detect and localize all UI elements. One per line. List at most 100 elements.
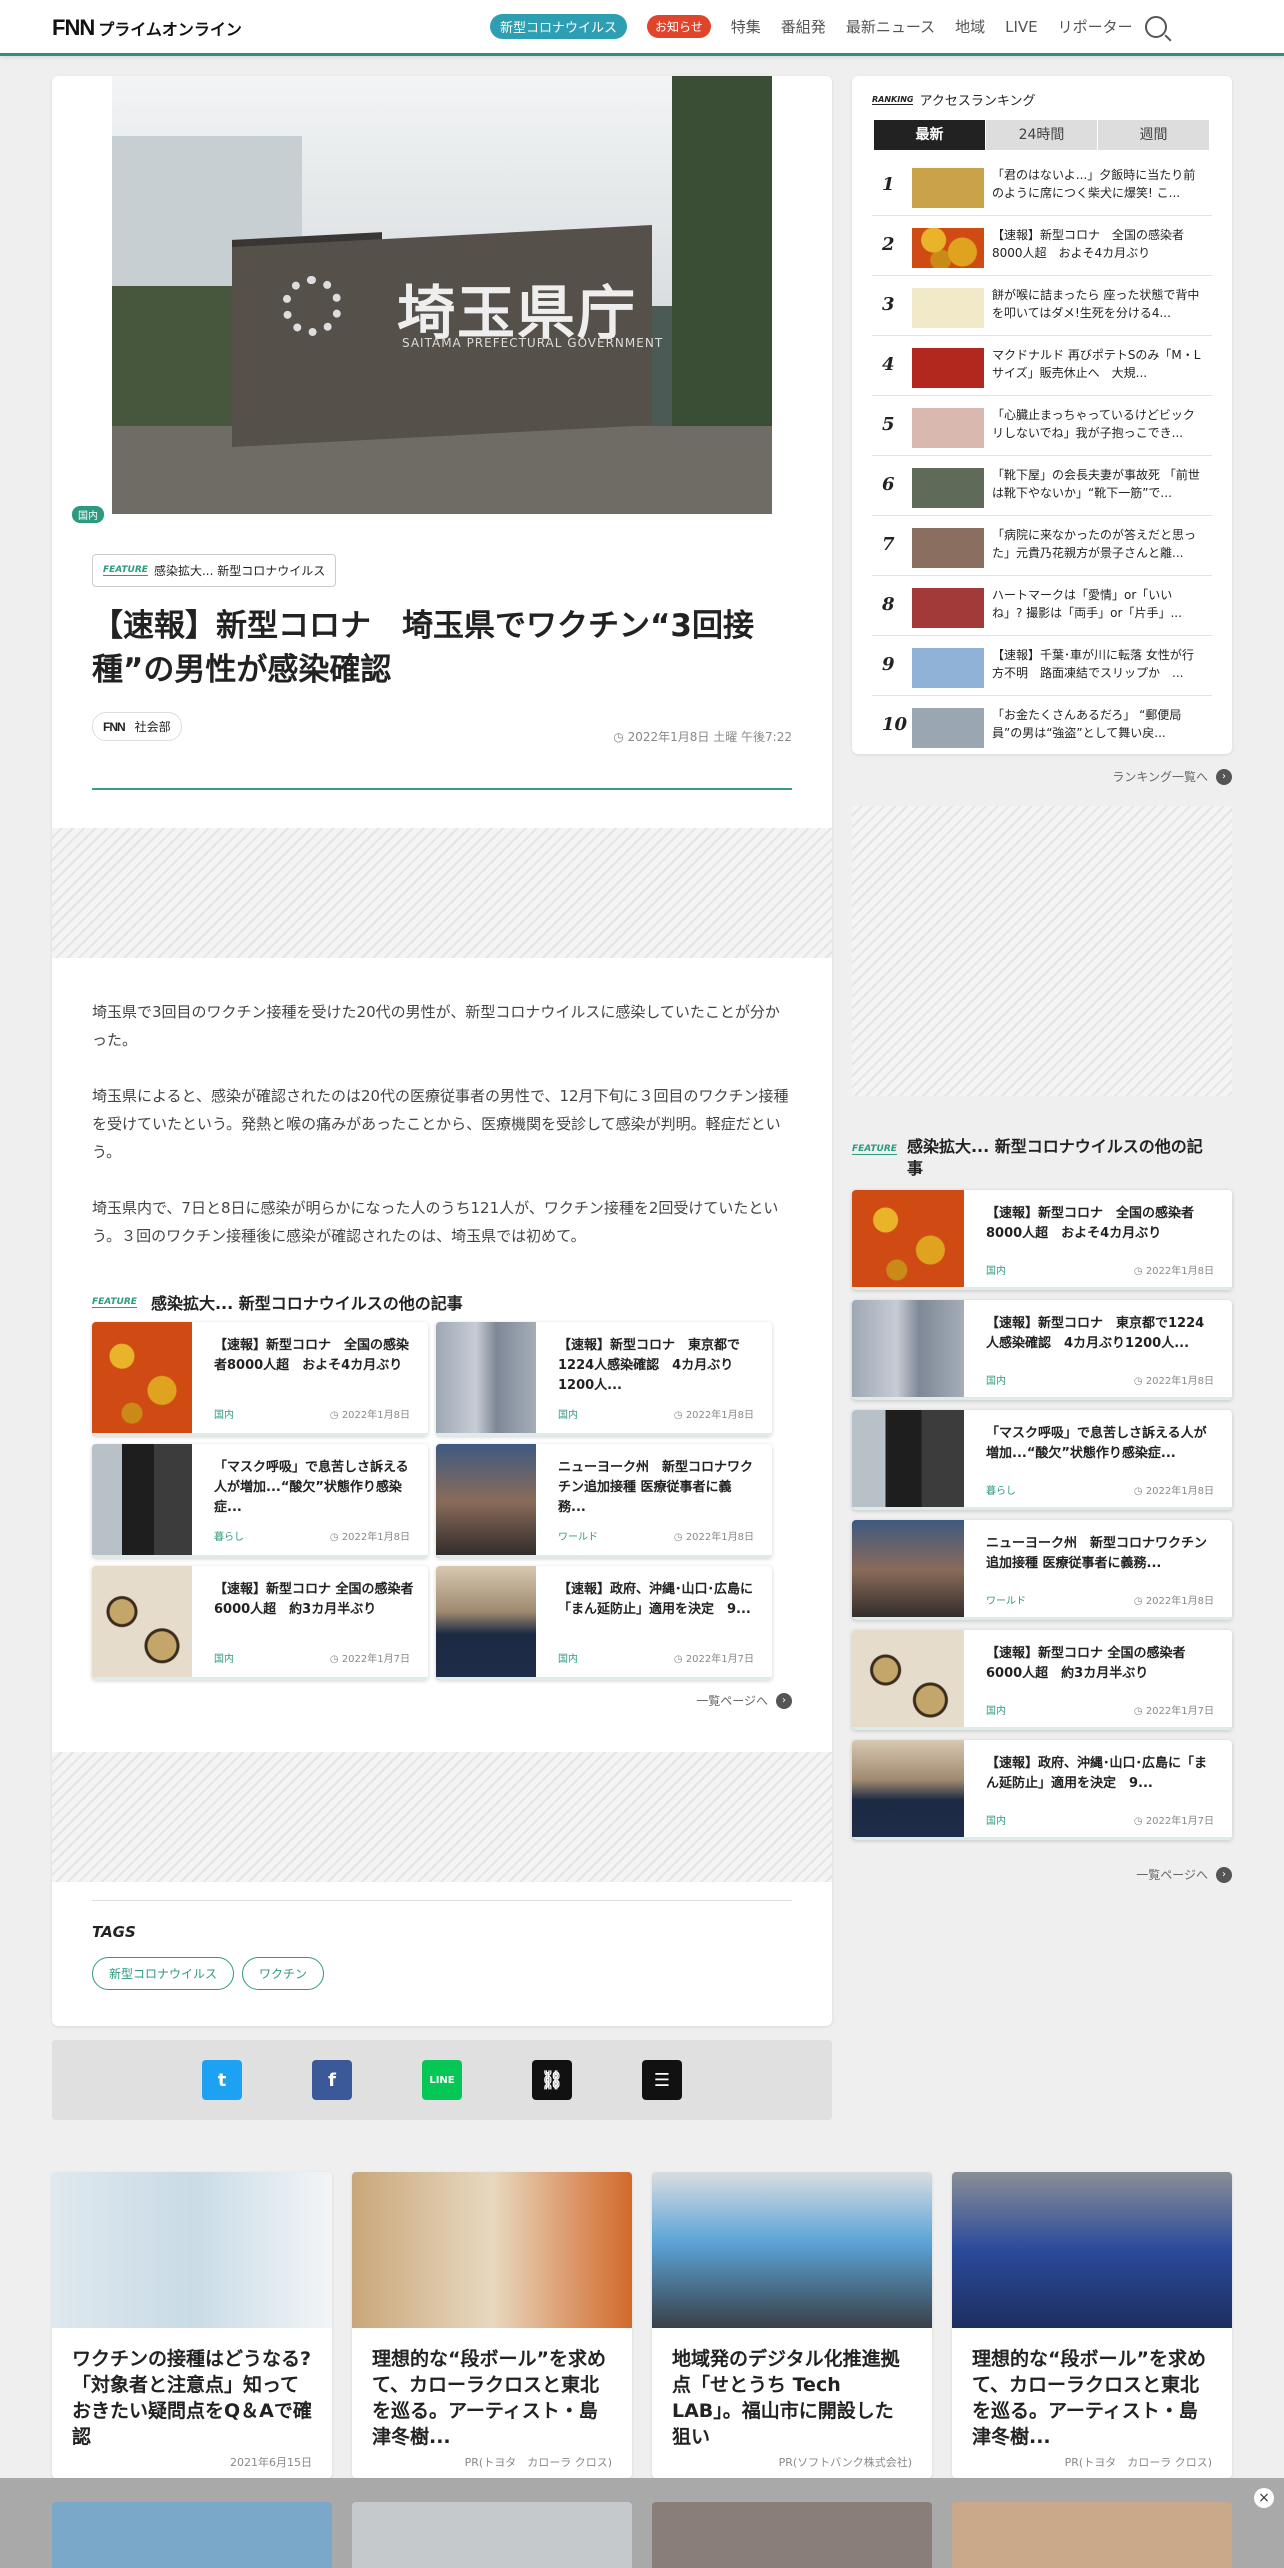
nav-region[interactable]: 地域 [955, 16, 985, 37]
side-card[interactable]: 【速報】新型コロナ 東京都で1224人感染確認 4カ月ぶり1200人... 国内 ◷… [852, 1300, 1232, 1400]
link-icon[interactable]: ⛓ [532, 2060, 572, 2100]
related-card[interactable]: 【速報】新型コロナ 全国の感染者6000人超 約3カ月半ぶり 国内 ◷ 2022年1… [92, 1566, 428, 1680]
tab-weekly[interactable]: 週間 [1098, 120, 1210, 150]
chevron-right-icon: › [1216, 768, 1232, 785]
close-icon[interactable]: × [1254, 2488, 1274, 2508]
facebook-icon[interactable]: f [312, 2060, 352, 2100]
thumbnail [852, 1630, 964, 1730]
ranking-tabs: 最新 24時間 週間 [874, 120, 1210, 150]
feature-link[interactable]: FEATURE 感染拡大... 新型コロナウイルス [92, 554, 337, 587]
side-card[interactable]: ニューヨーク州 新型コロナワクチン追加接種 医療従事者に義務... ワールド ◷ 2… [852, 1520, 1232, 1620]
related-card[interactable]: 「マスク呼吸」で息苦しさ訴える人が増加...“酸欠”状態作り感染症... 暮らし ◷… [92, 1444, 428, 1558]
nav-reporter[interactable]: リポーター [1058, 16, 1133, 37]
ranking-item[interactable]: 9 【速報】千葉･車が川に転落 女性が行方不明 路面凍結でスリップか ... [872, 636, 1212, 696]
ranking-item[interactable]: 7 「病院に来なかったのが答えだと思った」元貴乃花親方が景子さんと離... [872, 516, 1212, 576]
ranking-box: RANKING アクセスランキング 最新 24時間 週間 1 「君のはないよ...… [852, 76, 1232, 754]
chevron-right-icon: › [776, 1692, 792, 1709]
related-card[interactable]: 【速報】新型コロナ 東京都で1224人感染確認 4カ月ぶり1200人... 国内 ◷… [436, 1322, 772, 1436]
category-badge[interactable]: 国内 [72, 506, 104, 523]
ranking-item[interactable]: 6 「靴下屋」の会長夫妻が事故死 「前世は靴下やないか」“靴下一筋”で... [872, 456, 1212, 516]
ranking-more-link[interactable]: ランキング一覧へ › [1112, 768, 1232, 785]
side-card[interactable]: 【速報】政府、沖縄･山口･広島に「まん延防止」適用を決定 9... 国内 ◷ 202… [852, 1740, 1232, 1840]
thumbnail [912, 708, 984, 748]
thumbnail [436, 1322, 536, 1436]
side-more-link[interactable]: 一覧ページへ › [1136, 1866, 1232, 1883]
thumbnail [436, 1566, 536, 1680]
side-card[interactable]: 「マスク呼吸」で息苦しさ訴える人が増加...“酸欠”状態作り感染症... 暮らし ◷… [852, 1410, 1232, 1510]
ranking-item[interactable]: 8 ハートマークは「愛情」or「いいね」? 撮影は「両手」or「片手」... [872, 576, 1212, 636]
article-date: ◷ 2022年1月8日 土曜 午後7:22 [613, 730, 792, 744]
side-card[interactable]: 【速報】新型コロナ 全国の感染者8000人超 およそ4カ月ぶり 国内 ◷ 2022年… [852, 1190, 1232, 1290]
thumbnail [912, 408, 984, 448]
twitter-icon[interactable]: t [202, 2060, 242, 2100]
ranking-item[interactable]: 10 「お金たくさんあるだろ」 “郵便局員”の男は“強盗”として舞い戻... [872, 696, 1212, 756]
article-title: 【速報】新型コロナ 埼玉県でワクチン“3回接種”の男性が感染確認 [92, 608, 754, 688]
related-card[interactable]: 【速報】新型コロナ 全国の感染者8000人超 およそ4カ月ぶり 国内 ◷ 2022年… [92, 1322, 428, 1436]
related-card[interactable]: ニューヨーク州 新型コロナワクチン追加接種 医療従事者に義務... ワールド ◷ 2… [436, 1444, 772, 1558]
thumbnail [92, 1566, 192, 1680]
thumbnail [912, 228, 984, 268]
ranking-item[interactable]: 3 餅が喉に詰まったら 座った状態で背中を叩いてはダメ!生死を分ける4... [872, 276, 1212, 336]
related-card[interactable]: 【速報】政府、沖縄･山口･広島に「まん延防止」適用を決定 9... 国内 ◷ 202… [436, 1566, 772, 1680]
thumbnail [92, 1444, 192, 1558]
promo-card[interactable]: ワクチンの接種はどうなる?「対象者と注意点」知っておきたい疑問点をQ＆Aで確認 2… [52, 2172, 332, 2478]
thumbnail [912, 528, 984, 568]
feature-label: FEATURE [92, 1296, 137, 1308]
source-dept: 社会部 [134, 720, 171, 734]
thumbnail [652, 2172, 932, 2328]
card-date: ◷ 2022年1月8日 [673, 1532, 754, 1543]
hero-image: 埼玉県庁 SAITAMA PREFECTURAL GOVERNMENT [112, 76, 772, 514]
tab-24h[interactable]: 24時間 [986, 120, 1098, 150]
feature-label: FEATURE [852, 1144, 897, 1155]
side-feature-heading: FEATURE 感染拡大... 新型コロナウイルスの他の記事 [852, 1137, 1203, 1178]
nav-feature[interactable]: 特集 [731, 16, 761, 37]
comment-icon[interactable]: ☰ [642, 2060, 682, 2100]
ad-slot [52, 828, 832, 958]
ranking-item[interactable]: 2 【速報】新型コロナ 全国の感染者8000人超 およそ4カ月ぶり [872, 216, 1212, 276]
nav-programs[interactable]: 番組発 [781, 16, 826, 37]
ranking-item[interactable]: 1 「君のはないよ...」夕飯時に当たり前のように席につく柴犬に爆笑! こ... [872, 156, 1212, 216]
thumbnail [52, 2172, 332, 2328]
paragraph: 埼玉県によると、感染が確認されたのは20代の医療従事者の男性で、12月下旬に３回… [92, 1087, 789, 1161]
nav-covid[interactable]: 新型コロナウイルス [490, 14, 628, 39]
ranking-item[interactable]: 4 マクドナルド 再びポテトSのみ「M・Lサイズ」販売休止へ 大規... [872, 336, 1212, 396]
side-card[interactable]: 【速報】新型コロナ 全国の感染者6000人超 約3カ月半ぶり 国内 ◷ 2022年1… [852, 1630, 1232, 1730]
line-icon[interactable]: LINE [422, 2060, 462, 2100]
article-main: 埼玉県庁 SAITAMA PREFECTURAL GOVERNMENT 国内 F… [52, 76, 832, 2026]
tags-section: TAGS 新型コロナウイルス ワクチン [92, 1900, 792, 1990]
site-logo[interactable]: FNN プライムオンライン [52, 15, 242, 40]
thumbnail [352, 2172, 632, 2328]
tab-latest[interactable]: 最新 [874, 120, 986, 150]
thumbnail [436, 1444, 536, 1558]
related-heading: FEATURE 感染拡大... 新型コロナウイルスの他の記事 [92, 1294, 463, 1313]
ranking-title: アクセスランキング [919, 94, 1036, 109]
bottom-overlay: × [0, 2478, 1284, 2568]
feature-name: 感染拡大... 新型コロナウイルス [153, 564, 326, 578]
nav-notice[interactable]: お知らせ [647, 15, 711, 38]
thumbnail [912, 348, 984, 388]
ranking-item[interactable]: 5 「心臓止まっちゃっているけどビックリしないでね」我が子抱っこでき... [872, 396, 1212, 456]
prefecture-emblem-icon [282, 276, 342, 336]
promo-card[interactable]: 理想的な“段ボール”を求めて、カローラクロスと東北を巡る。アーティスト・島津冬樹… [952, 2172, 1232, 2478]
more-link[interactable]: 一覧ページへ › [696, 1692, 792, 1709]
tag-vaccine[interactable]: ワクチン [242, 1957, 325, 1990]
card-date: ◷ 2022年1月8日 [673, 1410, 754, 1421]
thumbnail [952, 2172, 1232, 2328]
tag-covid[interactable]: 新型コロナウイルス [92, 1957, 235, 1990]
nav-latest[interactable]: 最新ニュース [846, 16, 935, 37]
divider [92, 788, 792, 790]
thumbnail [852, 1410, 964, 1510]
thumbnail [912, 468, 984, 508]
thumbnail [912, 288, 984, 328]
ranking-header: RANKING アクセスランキング [872, 90, 1035, 109]
ad-slot [52, 1752, 832, 1882]
nav-live[interactable]: LIVE [1005, 18, 1038, 36]
thumbnail [912, 588, 984, 628]
source-badge[interactable]: FNN 社会部 [92, 712, 182, 741]
search-icon[interactable] [1144, 15, 1167, 38]
related-grid: 【速報】新型コロナ 全国の感染者8000人超 およそ4カ月ぶり 国内 ◷ 2022年… [92, 1322, 772, 1680]
chevron-right-icon: › [1216, 1866, 1232, 1883]
promo-card[interactable]: 理想的な“段ボール”を求めて、カローラクロスと東北を巡る。アーティスト・島津冬樹… [352, 2172, 632, 2478]
promo-card[interactable]: 地域発のデジタル化推進拠点「せとうち Tech LAB」。福山市に開設した狙い P… [652, 2172, 932, 2478]
source-logo: FNN [103, 719, 126, 734]
